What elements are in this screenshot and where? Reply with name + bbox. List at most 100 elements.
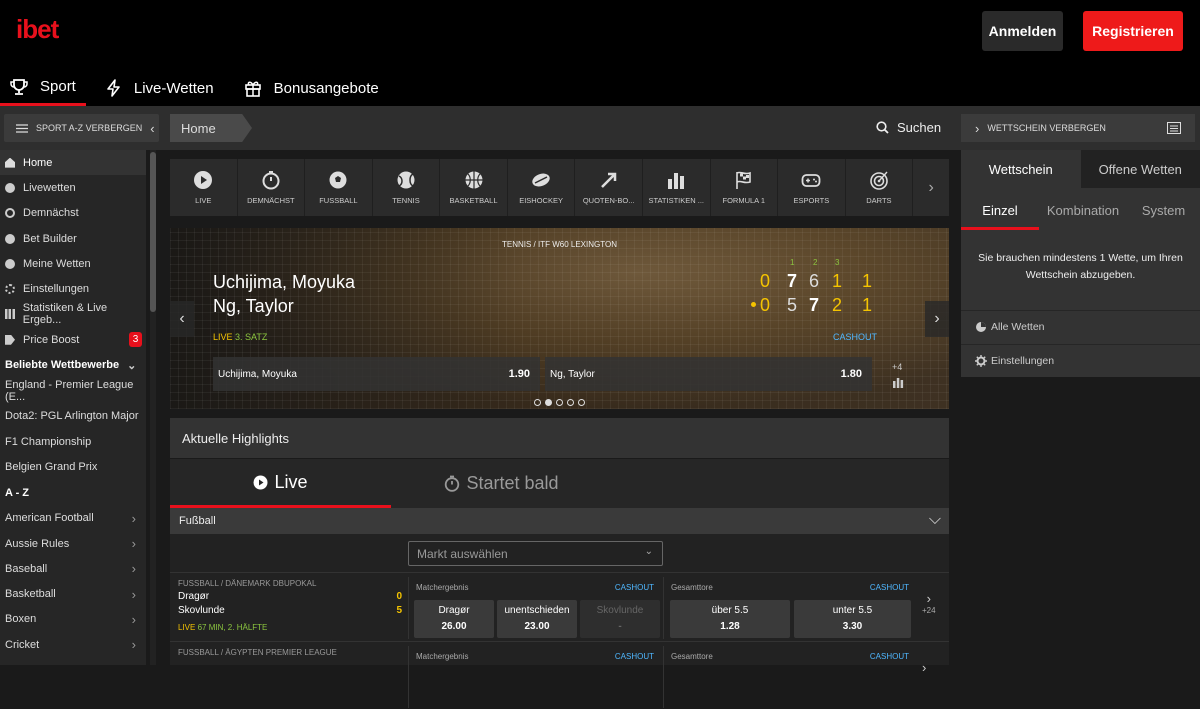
sidebar-item-label: Demnächst bbox=[23, 207, 79, 219]
sport-tile-formula-1[interactable]: FORMULA 1 bbox=[711, 159, 779, 216]
sidebar-sport-item[interactable]: Boxen› bbox=[0, 607, 146, 632]
sport-tile-basketball[interactable]: BASKETBALL bbox=[440, 159, 508, 216]
odd-value: 1.80 bbox=[841, 368, 862, 380]
market-select-dropdown[interactable]: Markt auswählen ⌄ bbox=[408, 541, 663, 566]
sidebar-popular-item[interactable]: F1 Championship bbox=[0, 429, 146, 454]
chevron-down-icon: ⌄ bbox=[127, 359, 136, 372]
more-markets[interactable]: › bbox=[922, 660, 926, 675]
wettschein-hide-toggle[interactable]: › WETTSCHEIN VERBERGEN bbox=[961, 114, 1195, 142]
register-button[interactable]: Registrieren bbox=[1083, 11, 1183, 51]
stopwatch-icon bbox=[444, 475, 460, 492]
pagination-dot-active[interactable] bbox=[545, 399, 552, 406]
tab-offene-wetten[interactable]: Offene Wetten bbox=[1081, 150, 1200, 188]
odd-button[interactable]: über 5.51.28 bbox=[670, 600, 790, 638]
sidebar-sport-item[interactable]: Cricket› bbox=[0, 632, 146, 657]
pagination-dot[interactable] bbox=[534, 399, 541, 406]
sport-bar-next-button[interactable]: › bbox=[913, 159, 949, 216]
banner-next-button[interactable]: › bbox=[925, 301, 949, 337]
sidebar-popular-item[interactable]: Belgien Grand Prix bbox=[0, 454, 146, 479]
odd-button-player-2[interactable]: Ng, Taylor1.80 bbox=[545, 357, 872, 391]
sidebar-sport-item[interactable]: Basketball› bbox=[0, 581, 146, 606]
more-markets[interactable]: +4 bbox=[892, 362, 904, 390]
search-icon bbox=[876, 121, 889, 134]
sport-tile-esports[interactable]: ESPORTS bbox=[778, 159, 846, 216]
sidebar-item-meine-wetten[interactable]: Meine Wetten bbox=[0, 251, 146, 276]
odd-button[interactable]: unentschieden23.00 bbox=[497, 600, 577, 638]
play-circle-icon bbox=[193, 170, 213, 190]
sport-tile-quoten-boost[interactable]: QUOTEN-BO... bbox=[575, 159, 643, 216]
subtab-kombination[interactable]: Kombination bbox=[1039, 188, 1127, 230]
tab-startet-bald[interactable]: Startet bald bbox=[391, 459, 612, 508]
odd-button-player-1[interactable]: Uchijima, Moyuka1.90 bbox=[213, 357, 540, 391]
chevron-right-icon: › bbox=[975, 121, 979, 136]
sidebar-sport-item[interactable]: Baseball› bbox=[0, 556, 146, 581]
pagination-dot[interactable] bbox=[556, 399, 563, 406]
dartboard-icon bbox=[869, 170, 889, 190]
odd-name: Dragør bbox=[414, 605, 494, 616]
tab-live[interactable]: Live bbox=[170, 459, 391, 508]
sport-az-toggle[interactable]: SPORT A-Z VERBERGEN ‹ bbox=[4, 114, 159, 142]
team-score: 0 bbox=[396, 591, 402, 602]
breadcrumb[interactable]: Home bbox=[170, 114, 252, 142]
odd-button[interactable]: Dragør26.00 bbox=[414, 600, 494, 638]
hero-live-status: LIVE 3. SATZ bbox=[213, 332, 267, 342]
sidebar-scroll-thumb[interactable] bbox=[150, 152, 156, 312]
home-icon bbox=[5, 158, 15, 168]
sport-tile-tennis[interactable]: TENNIS bbox=[373, 159, 441, 216]
sport-tile-label: DEMNÄCHST bbox=[247, 196, 295, 205]
live-label: LIVE bbox=[178, 623, 195, 632]
sport-tile-label: ESPORTS bbox=[793, 196, 829, 205]
sport-tile-fussball[interactable]: FUSSBALL bbox=[305, 159, 373, 216]
subtab-einzel[interactable]: Einzel bbox=[961, 188, 1039, 230]
search-button[interactable]: Suchen bbox=[876, 120, 941, 135]
bet-builder-icon bbox=[5, 234, 15, 244]
sidebar-item-home[interactable]: Home bbox=[0, 150, 146, 175]
basketball-icon bbox=[464, 170, 484, 190]
sidebar-item-statistiken[interactable]: Statistiken & Live Ergeb... bbox=[0, 302, 146, 327]
nav-sport[interactable]: Sport bbox=[0, 70, 86, 106]
cashout-label: CASHOUT bbox=[870, 652, 909, 661]
section-fussball-header[interactable]: Fußball ⌵ bbox=[170, 508, 949, 534]
featured-match-banner[interactable]: TENNIS / ITF W60 LEXINGTON Uchijima, Moy… bbox=[170, 228, 949, 409]
sidebar-popular-item[interactable]: England - Premier League (E... bbox=[0, 378, 146, 403]
login-button[interactable]: Anmelden bbox=[982, 11, 1063, 51]
event-row[interactable]: FUSSBALL / ÄGYPTEN PREMIER LEAGUE Matche… bbox=[170, 641, 949, 709]
chevron-down-icon: ⌄ bbox=[645, 546, 653, 557]
market-label: Matchergebnis bbox=[416, 583, 468, 592]
event-info: FUSSBALL / DÄNEMARK DBUPOKAL Dragør0 Sko… bbox=[178, 579, 408, 632]
more-markets[interactable]: ›+24 bbox=[922, 591, 936, 615]
chevron-right-icon: › bbox=[132, 536, 136, 551]
sidebar-item-einstellungen[interactable]: Einstellungen bbox=[0, 276, 146, 301]
all-bets-link[interactable]: Alle Wetten bbox=[961, 310, 1200, 343]
event-row[interactable]: FUSSBALL / DÄNEMARK DBUPOKAL Dragør0 Sko… bbox=[170, 572, 949, 640]
sidebar-sport-item[interactable]: American Football› bbox=[0, 506, 146, 531]
sport-tile-eishockey[interactable]: EISHOCKEY bbox=[508, 159, 576, 216]
score-p1-sets: 1 bbox=[862, 271, 872, 292]
sidebar-item-bet-builder[interactable]: Bet Builder bbox=[0, 226, 146, 251]
popular-competitions-header[interactable]: Beliebte Wettbewerbe⌄ bbox=[0, 352, 146, 378]
sport-tile-demnaechst[interactable]: DEMNÄCHST bbox=[238, 159, 306, 216]
settings-link[interactable]: Einstellungen bbox=[961, 344, 1200, 377]
event-team-2: Skovlunde5 bbox=[178, 605, 408, 619]
sidebar-popular-item[interactable]: Dota2: PGL Arlington Major bbox=[0, 404, 146, 429]
tab-wettschein[interactable]: Wettschein bbox=[961, 150, 1081, 188]
nav-live-wetten[interactable]: Live-Wetten bbox=[96, 70, 224, 106]
subtab-system[interactable]: System bbox=[1127, 188, 1200, 230]
nav-bonusangebote[interactable]: Bonusangebote bbox=[234, 70, 389, 106]
banner-prev-button[interactable]: ‹ bbox=[170, 301, 194, 337]
section-title: A - Z bbox=[5, 487, 29, 499]
sidebar-sport-item[interactable]: Aussie Rules› bbox=[0, 531, 146, 556]
odd-button[interactable]: unter 5.53.30 bbox=[794, 600, 911, 638]
sidebar-item-price-boost[interactable]: Price Boost3 bbox=[0, 327, 146, 352]
chevron-left-icon: ‹ bbox=[150, 121, 154, 136]
ibet-logo[interactable]: ibet bbox=[16, 14, 58, 45]
pagination-dot[interactable] bbox=[578, 399, 585, 406]
sport-tile-statistiken[interactable]: STATISTIKEN ... bbox=[643, 159, 711, 216]
sidebar-item-label: Basketball bbox=[5, 588, 56, 600]
sport-tile-live[interactable]: LIVE bbox=[170, 159, 238, 216]
pagination-dot[interactable] bbox=[567, 399, 574, 406]
sliders-icon bbox=[16, 123, 28, 134]
sidebar-item-demnaechst[interactable]: Demnächst bbox=[0, 201, 146, 226]
sport-tile-darts[interactable]: DARTS bbox=[846, 159, 914, 216]
sidebar-item-livewetten[interactable]: Livewetten bbox=[0, 175, 146, 200]
